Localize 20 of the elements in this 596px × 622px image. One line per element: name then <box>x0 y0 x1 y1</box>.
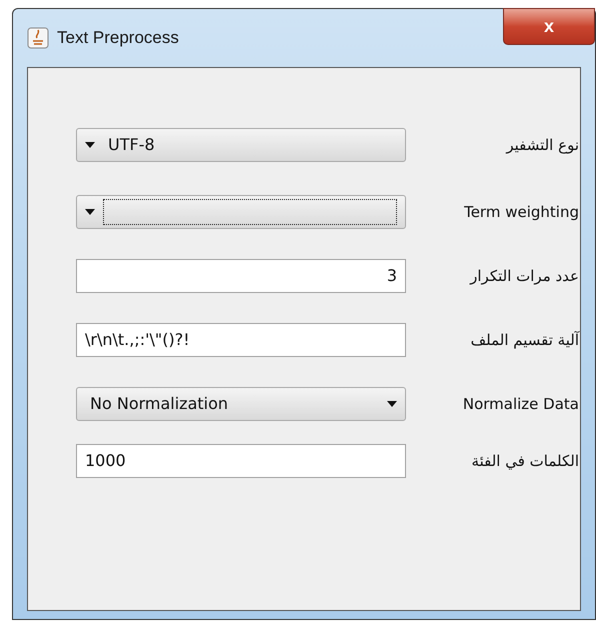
dropdown[interactable]: UTF-8 <box>76 128 406 162</box>
input-field[interactable]: \r\n\t.,;:'\"()?! <box>76 323 406 357</box>
dropdown-value: No Normalization <box>90 393 228 415</box>
dropdown-arrow-icon <box>85 142 95 148</box>
dropdown-arrow-icon <box>85 209 95 215</box>
close-button[interactable]: x <box>503 8 595 45</box>
field-label: Term weighting <box>463 202 580 223</box>
dropdown-arrow-icon <box>387 401 397 407</box>
dropdown[interactable] <box>76 195 406 229</box>
window-title: Text Preprocess <box>57 27 179 50</box>
field-label: آلية تقسيم الملف <box>470 330 580 351</box>
field-label: الكلمات في الفئة <box>470 450 580 472</box>
dropdown-value: UTF-8 <box>108 134 155 156</box>
input-field[interactable]: 3 <box>76 259 406 293</box>
field-label: عدد مرات التكرار <box>468 266 580 287</box>
dropdown[interactable]: No Normalization <box>76 387 406 421</box>
app-icon <box>27 27 49 49</box>
field-label: Normalize Data <box>462 394 580 415</box>
field-label: نوع التشفير <box>504 134 580 156</box>
input-field[interactable]: 1000 <box>76 444 406 478</box>
